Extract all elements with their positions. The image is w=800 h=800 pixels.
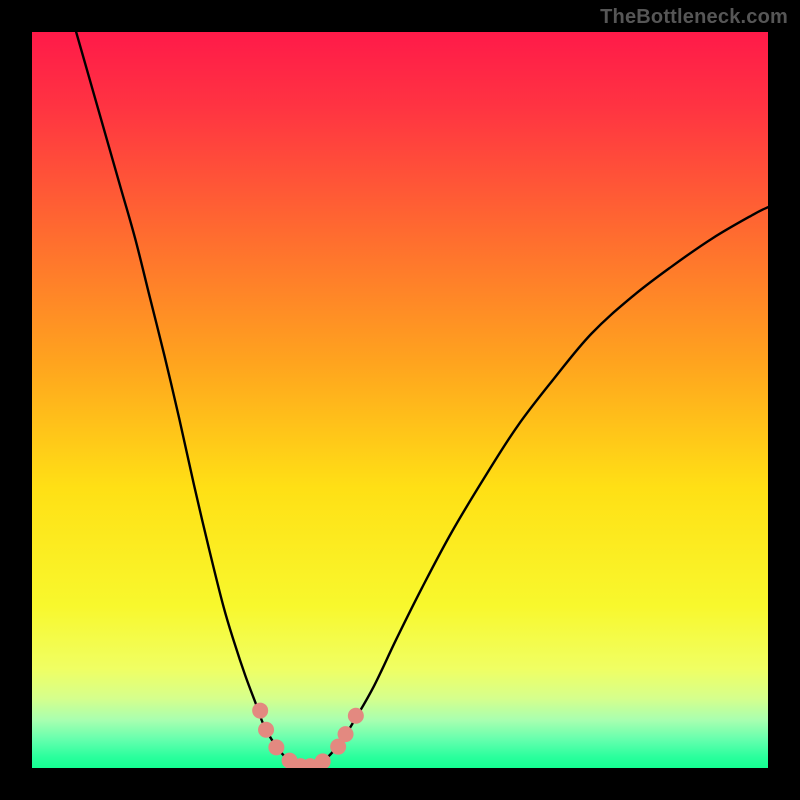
gradient-background [32, 32, 768, 768]
chart-svg [32, 32, 768, 768]
data-marker [348, 708, 364, 724]
data-marker [252, 703, 268, 719]
watermark-label: TheBottleneck.com [600, 6, 788, 29]
data-marker [338, 726, 354, 742]
data-marker [268, 739, 284, 755]
plot-area [32, 32, 768, 768]
data-marker [258, 722, 274, 738]
chart-frame: TheBottleneck.com [0, 0, 800, 800]
